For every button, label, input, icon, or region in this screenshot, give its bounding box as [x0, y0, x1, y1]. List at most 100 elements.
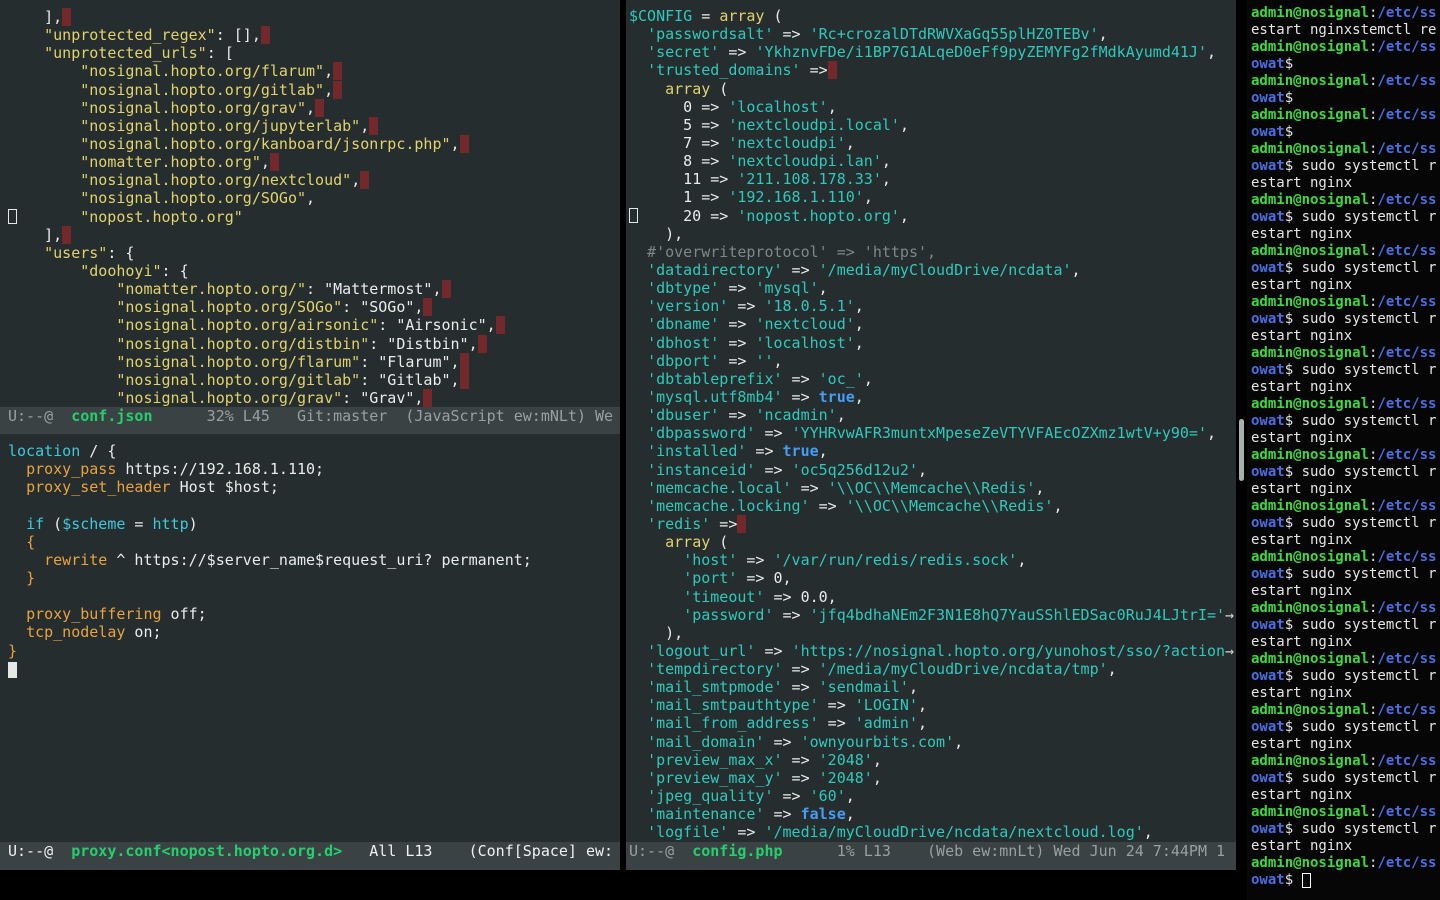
code-line: estart nginx — [1251, 328, 1440, 345]
code-line: 'password' => 'jfq4bdhaNEm2F3N1E8hQ7YauS… — [629, 606, 1236, 624]
trailing-whitespace-marker — [737, 515, 746, 533]
code-line: admin@nosignal:/etc/ss — [1251, 549, 1440, 566]
trailing-whitespace-marker — [423, 389, 432, 407]
code-line: owat$ sudo systemctl r — [1251, 362, 1440, 379]
code-line: 'mail_smtpmode' => 'sendmail', — [629, 678, 1236, 696]
code-line: admin@nosignal:/etc/ss — [1251, 192, 1440, 209]
code-line: "nosignal.hopto.org/SOGo": "SOGo", — [8, 298, 620, 316]
code-line: admin@nosignal:/etc/ss — [1251, 447, 1440, 464]
code-line: estart nginx — [1251, 532, 1440, 549]
code-line: "nosignal.hopto.org/flarum", — [8, 62, 620, 80]
code-line: 'port' => 0, — [629, 569, 1236, 587]
code-line: if ($scheme = http) — [8, 515, 620, 533]
code-line: "nosignal.hopto.org/kanboard/jsonrpc.php… — [8, 135, 620, 153]
trailing-whitespace-marker — [460, 371, 469, 389]
code-line: 'maintenance' => false, — [629, 805, 1236, 823]
code-line: 'dbuser' => 'ncadmin', — [629, 406, 1236, 424]
code-line: { — [8, 533, 620, 551]
code-line: "nopost.hopto.org" — [8, 208, 620, 226]
code-line: "unprotected_regex": [], — [8, 26, 620, 44]
code-line: 'timeout' => 0.0, — [629, 588, 1236, 606]
code-line: "nosignal.hopto.org/grav": "Grav", — [8, 389, 620, 407]
code-line: 20 => 'nopost.hopto.org', — [629, 207, 1236, 225]
code-line: estart nginx — [1251, 685, 1440, 702]
code-line: admin@nosignal:/etc/ss — [1251, 753, 1440, 770]
code-line: ], — [8, 8, 620, 26]
code-line: owat$ sudo systemctl r — [1251, 260, 1440, 277]
code-line: estart nginx — [1251, 787, 1440, 804]
code-line: 'dbname' => 'nextcloud', — [629, 315, 1236, 333]
code-line: admin@nosignal:/etc/ss — [1251, 855, 1440, 872]
code-line: rewrite ^ https://$server_name$request_u… — [8, 551, 620, 569]
code-line: owat$ sudo systemctl r — [1251, 719, 1440, 736]
code-line: "doohoyi": { — [8, 262, 620, 280]
code-line: owat$ sudo systemctl r — [1251, 413, 1440, 430]
code-line: 'version' => '18.0.5.1', — [629, 297, 1236, 315]
code-line: owat$ sudo systemctl r — [1251, 668, 1440, 685]
code-line: 0 => 'localhost', — [629, 98, 1236, 116]
code-line: "nomatter.hopto.org", — [8, 153, 620, 171]
emacs-middle-frame: $CONFIG = array ( 'passwordsalt' => 'Rc+… — [626, 0, 1236, 870]
code-line: 'mail_smtpauthtype' => 'LOGIN', — [629, 696, 1236, 714]
code-line: admin@nosignal:/etc/ss — [1251, 39, 1440, 56]
hollow-cursor — [629, 208, 638, 223]
code-line: 11 => '211.108.178.33', — [629, 170, 1236, 188]
screen: ], "unprotected_regex": [], "unprotected… — [0, 0, 1440, 900]
code-line: owat$ — [1251, 90, 1440, 107]
trailing-whitespace-marker — [333, 81, 342, 99]
code-line: 7 => 'nextcloudpi', — [629, 134, 1236, 152]
conf-json-buffer[interactable]: ], "unprotected_regex": [], "unprotected… — [0, 8, 620, 407]
code-line: U:--@ proxy.conf<nopost.hopto.org.d> All… — [8, 842, 620, 860]
config-php-buffer[interactable]: $CONFIG = array ( 'passwordsalt' => 'Rc+… — [626, 7, 1236, 841]
code-line: admin@nosignal:/etc/ss — [1251, 243, 1440, 260]
proxy-conf-buffer[interactable]: location / { proxy_pass https://192.168.… — [0, 442, 620, 678]
code-line: U:--@ config.php 1% L13 (Web ew:mnLt) We… — [629, 842, 1236, 860]
trailing-whitespace-marker — [270, 153, 279, 171]
terminal-output[interactable]: admin@nosignal:/etc/ssestart nginxstemct… — [1247, 5, 1440, 889]
code-line — [8, 660, 620, 678]
code-line: estart nginx — [1251, 736, 1440, 753]
terminal-hollow-cursor — [1302, 873, 1311, 888]
code-line: "nosignal.hopto.org/gitlab", — [8, 81, 620, 99]
code-line: admin@nosignal:/etc/ss — [1251, 804, 1440, 821]
code-line: admin@nosignal:/etc/ss — [1251, 702, 1440, 719]
code-line: "nosignal.hopto.org/SOGo", — [8, 189, 620, 207]
code-line: ], — [8, 226, 620, 244]
code-line: U:--@ conf.json 32% L45 Git:master (Java… — [8, 407, 620, 425]
code-line: admin@nosignal:/etc/ss — [1251, 396, 1440, 413]
code-line: "users": { — [8, 244, 620, 262]
code-line: 'installed' => true, — [629, 442, 1236, 460]
code-line: 'passwordsalt' => 'Rc+crozalDTdRWVXaGq55… — [629, 25, 1236, 43]
code-line: 'tempdirectory' => '/media/myCloudDrive/… — [629, 660, 1236, 678]
modeline-conf-json: U:--@ conf.json 32% L45 Git:master (Java… — [0, 407, 620, 434]
code-line: estart nginxstemctl re — [1251, 22, 1440, 39]
code-line: ), — [629, 225, 1236, 243]
code-line: "nosignal.hopto.org/nextcloud", — [8, 171, 620, 189]
code-line: 'secret' => 'YkhznvFDe/i1BP7G1ALqeD0eFf9… — [629, 43, 1236, 61]
code-line: proxy_set_header Host $host; — [8, 478, 620, 496]
terminal-scrollbar-thumb[interactable] — [1239, 419, 1244, 481]
code-line: admin@nosignal:/etc/ss — [1251, 73, 1440, 90]
code-line: 'memcache.locking' => '\\OC\\Memcache\\R… — [629, 497, 1236, 515]
code-line: estart nginx — [1251, 481, 1440, 498]
code-line: admin@nosignal:/etc/ss — [1251, 651, 1440, 668]
trailing-whitespace-marker — [460, 353, 469, 371]
code-line: } — [8, 569, 620, 587]
code-line: owat$ sudo systemctl r — [1251, 515, 1440, 532]
trailing-whitespace-marker — [460, 135, 469, 153]
hollow-cursor — [8, 209, 17, 224]
code-line: tcp_nodelay on; — [8, 623, 620, 641]
code-line — [8, 587, 620, 605]
code-line: 'logfile' => '/media/myCloudDrive/ncdata… — [629, 823, 1236, 841]
trailing-whitespace-marker — [62, 8, 71, 26]
code-line: #'overwriteprotocol' => 'https', — [629, 243, 1236, 261]
trailing-whitespace-marker — [442, 280, 451, 298]
terminal-pane[interactable]: admin@nosignal:/etc/ssestart nginxstemct… — [1247, 0, 1440, 900]
code-line: 'redis' => — [629, 515, 1236, 533]
trailing-whitespace-marker — [423, 298, 432, 316]
trailing-whitespace-marker — [369, 117, 378, 135]
code-line: ), — [629, 624, 1236, 642]
trailing-whitespace-marker — [496, 316, 505, 334]
code-line: proxy_pass https://192.168.1.110; — [8, 460, 620, 478]
code-line: 'dbpassword' => 'YYHRvwAFR3muntxMpeseZeV… — [629, 424, 1236, 442]
